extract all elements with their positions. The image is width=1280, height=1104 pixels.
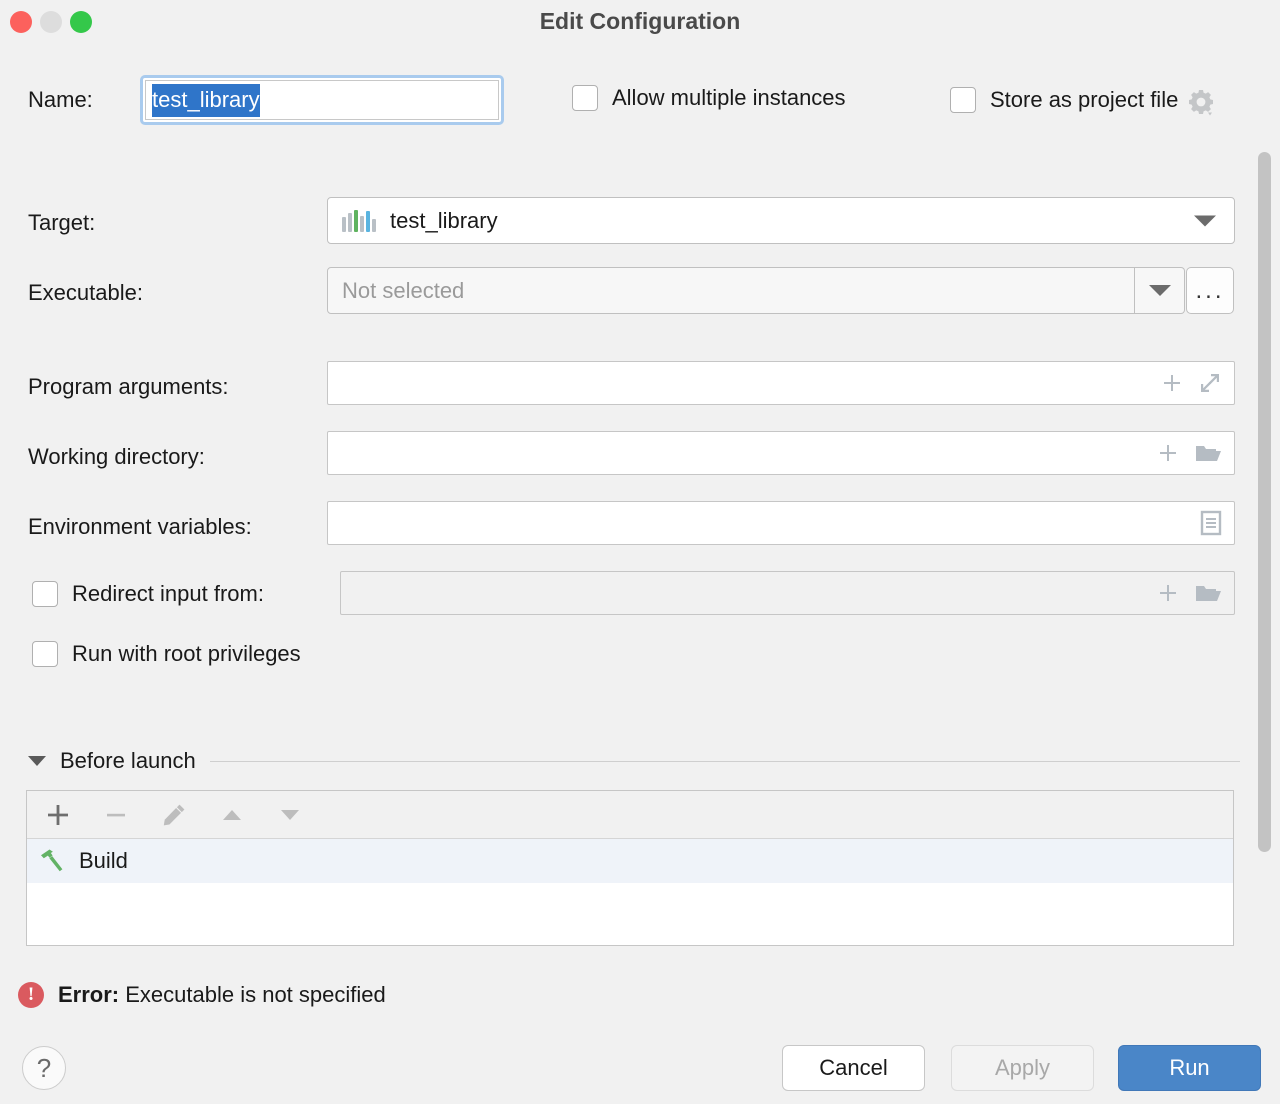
store-as-project-file-checkbox[interactable]: Store as project file: [950, 85, 1216, 117]
name-input-value: test_library: [152, 83, 260, 117]
scrollbar-thumb[interactable]: [1258, 152, 1271, 852]
working-directory-icons: [1156, 441, 1222, 465]
target-label: Target:: [28, 210, 96, 235]
library-icon: [342, 209, 376, 232]
checkbox-box: [572, 85, 598, 111]
folder-icon: [1194, 581, 1222, 605]
checkbox-box: [32, 641, 58, 667]
name-input-inner: test_library: [145, 80, 499, 120]
plus-icon: [1156, 581, 1180, 605]
redirect-input-checkbox[interactable]: Redirect input from:: [32, 581, 264, 607]
store-as-project-file-label: Store as project file: [990, 87, 1179, 112]
edit-icon: [161, 802, 187, 828]
environment-variables-label: Environment variables:: [28, 514, 252, 539]
add-icon[interactable]: [45, 802, 71, 828]
checkbox-box: [950, 87, 976, 113]
target-combobox[interactable]: test_library: [327, 197, 1235, 244]
allow-multiple-instances-checkbox[interactable]: Allow multiple instances: [572, 85, 846, 111]
window-title: Edit Configuration: [539, 8, 741, 34]
title-bar: Edit Configuration: [0, 0, 1280, 46]
program-arguments-icons: [1160, 371, 1222, 395]
before-launch-header[interactable]: Before launch: [28, 748, 1240, 774]
move-up-icon: [219, 802, 245, 828]
cancel-button[interactable]: Cancel: [782, 1045, 925, 1091]
environment-variables-input[interactable]: [327, 501, 1235, 545]
executable-label: Executable:: [28, 280, 143, 305]
checkbox-box: [32, 581, 58, 607]
target-value: test_library: [390, 207, 498, 233]
expand-icon[interactable]: [1198, 371, 1222, 395]
error-icon: !: [18, 982, 44, 1008]
redirect-input-field: [340, 571, 1235, 615]
move-down-icon: [277, 802, 303, 828]
working-directory-label: Working directory:: [28, 444, 205, 469]
gear-icon[interactable]: [1186, 87, 1216, 117]
before-launch-title: Before launch: [60, 748, 196, 773]
apply-button: Apply: [951, 1045, 1094, 1091]
status-text: Error: Executable is not specified: [58, 982, 386, 1008]
plus-icon[interactable]: [1156, 441, 1180, 465]
help-button[interactable]: ?: [22, 1046, 66, 1090]
program-arguments-input[interactable]: [327, 361, 1235, 405]
chevron-down-icon: [1194, 215, 1216, 226]
status-message: ! Error: Executable is not specified: [18, 982, 386, 1008]
chevron-down-icon: [1148, 285, 1171, 296]
redirect-input-label: Redirect input from:: [72, 581, 264, 606]
run-with-root-privileges-checkbox[interactable]: Run with root privileges: [32, 641, 301, 667]
plus-icon[interactable]: [1160, 371, 1184, 395]
executable-combobox[interactable]: Not selected: [327, 267, 1135, 314]
executable-dropdown-button[interactable]: [1135, 267, 1185, 314]
chevron-down-icon: [28, 756, 46, 766]
list-icon[interactable]: [1200, 510, 1222, 536]
run-button[interactable]: Run: [1118, 1045, 1261, 1091]
divider: [209, 760, 1240, 762]
before-launch-panel: Build: [26, 790, 1234, 946]
status-prefix: Error:: [58, 982, 120, 1007]
folder-icon[interactable]: [1194, 441, 1222, 465]
hammer-icon: [37, 846, 67, 876]
allow-multiple-instances-label: Allow multiple instances: [612, 85, 846, 110]
remove-icon: [103, 802, 129, 828]
name-input[interactable]: test_library: [140, 75, 504, 125]
run-with-root-privileges-label: Run with root privileges: [72, 641, 301, 666]
program-arguments-label: Program arguments:: [28, 374, 229, 399]
environment-variables-icons: [1200, 510, 1222, 536]
working-directory-input[interactable]: [327, 431, 1235, 475]
status-detail: Executable is not specified: [125, 982, 386, 1007]
executable-browse-label: ...: [1195, 276, 1225, 304]
redirect-input-icons: [1156, 581, 1222, 605]
before-launch-toolbar: [27, 791, 1233, 839]
executable-placeholder: Not selected: [342, 277, 465, 303]
name-label: Name:: [28, 87, 93, 112]
list-item-label: Build: [79, 848, 128, 873]
executable-browse-button[interactable]: ...: [1186, 267, 1234, 314]
list-item[interactable]: Build: [27, 839, 1233, 883]
